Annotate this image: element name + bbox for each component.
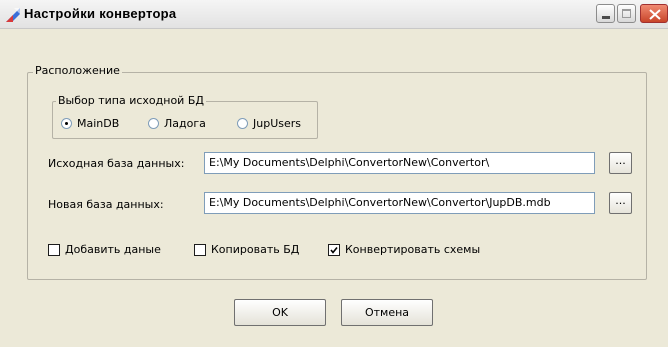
source-db-browse-button[interactable]: ...: [609, 152, 632, 174]
radio-maindb[interactable]: MainDB: [61, 117, 151, 131]
radio-label: MainDB: [77, 117, 120, 130]
radio-jupusers[interactable]: JupUsers: [237, 117, 317, 131]
settings-dialog: Настройки конвертора Расположение Выбор …: [0, 0, 668, 347]
radio-label: JupUsers: [253, 117, 302, 130]
radio-ladoga[interactable]: Ладога: [148, 117, 228, 131]
checkbox-label: Копировать БД: [211, 243, 300, 256]
source-db-label: Исходная база данных:: [48, 157, 185, 170]
checkbox-box: [194, 244, 206, 256]
db-type-groupbox-legend: Выбор типа исходной БД: [56, 94, 206, 107]
checkbox-label: Конвертировать схемы: [345, 243, 481, 256]
new-db-browse-button[interactable]: ...: [609, 192, 632, 214]
new-db-label: Новая база данных:: [48, 198, 164, 211]
checkbox-box: [328, 244, 340, 256]
new-db-path-input[interactable]: E:\My Documents\Delphi\ConvertorNew\Conv…: [204, 192, 595, 214]
checkbox-copy-db[interactable]: Копировать БД: [194, 243, 319, 257]
source-db-path-input[interactable]: E:\My Documents\Delphi\ConvertorNew\Conv…: [204, 152, 595, 174]
window-title: Настройки конвертора: [24, 6, 177, 21]
close-icon: [649, 9, 661, 20]
minimize-icon: [602, 16, 610, 19]
maximize-icon: [622, 9, 631, 18]
location-groupbox-legend: Расположение: [33, 64, 122, 77]
radio-indicator: [61, 118, 72, 129]
checkbox-add-data[interactable]: Добавить даные: [48, 243, 183, 257]
checkbox-convert-schemas[interactable]: Конвертировать схемы: [328, 243, 508, 257]
checkbox-box: [48, 244, 60, 256]
maximize-button[interactable]: [617, 4, 636, 23]
radio-label: Ладога: [164, 117, 206, 130]
minimize-button[interactable]: [596, 4, 615, 23]
ok-button[interactable]: OK: [234, 299, 326, 326]
radio-indicator: [237, 118, 248, 129]
converter-app-icon: [6, 8, 20, 22]
close-button[interactable]: [640, 4, 668, 23]
cancel-button[interactable]: Отмена: [341, 299, 433, 326]
checkmark-icon: [330, 247, 338, 254]
checkbox-label: Добавить даные: [65, 243, 161, 256]
radio-indicator: [148, 118, 159, 129]
title-bar[interactable]: Настройки конвертора: [0, 0, 668, 29]
